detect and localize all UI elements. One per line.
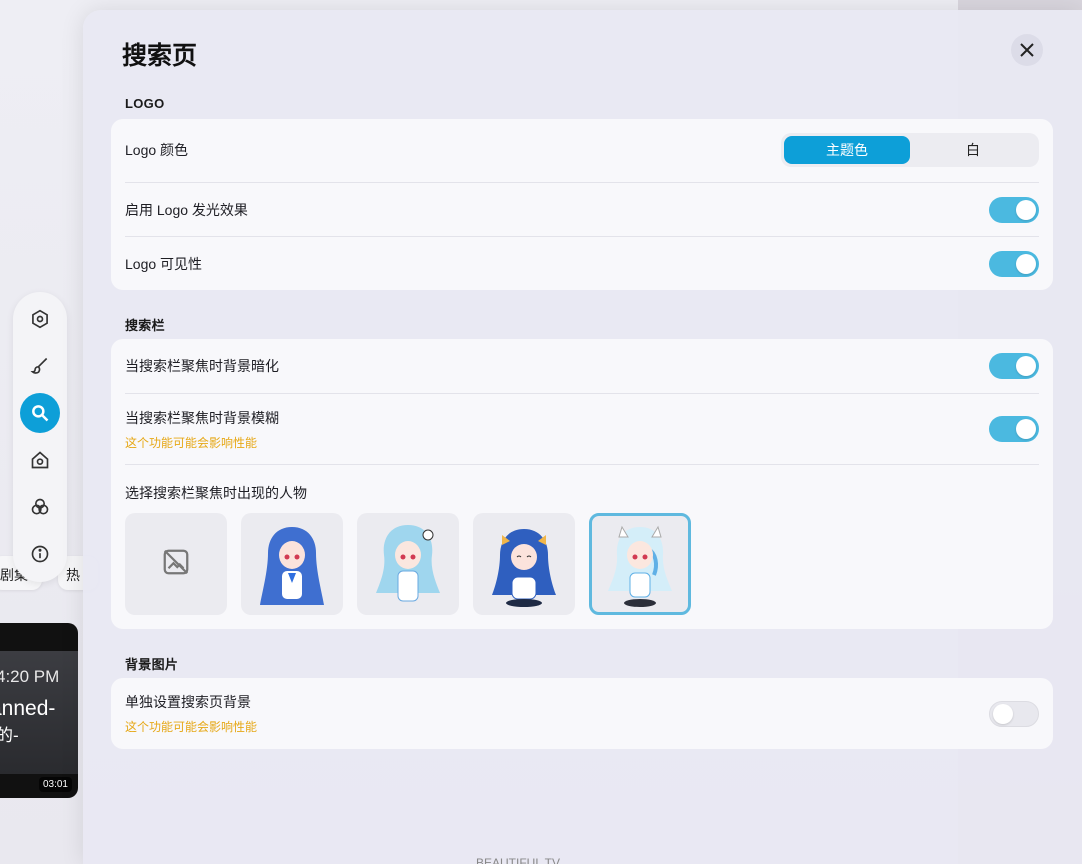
- search-page-settings-dialog: 搜索页 LOGO Logo 颜色 主题色 白 启用 Logo 发光效果 Logo…: [83, 10, 1082, 864]
- no-image-icon: [161, 547, 191, 582]
- dim-background-toggle[interactable]: [989, 353, 1039, 379]
- character-option-2[interactable]: [357, 513, 459, 615]
- side-nav: [13, 292, 67, 582]
- blur-background-row: 当搜索栏聚焦时背景模糊 这个功能可能会影响性能: [125, 393, 1039, 464]
- logo-color-theme-option[interactable]: 主题色: [784, 136, 910, 164]
- dim-background-label: 当搜索栏聚焦时背景暗化: [125, 358, 279, 374]
- logo-color-segmented: 主题色 白: [781, 133, 1039, 167]
- logo-color-white-option[interactable]: 白: [910, 136, 1036, 164]
- separate-background-toggle[interactable]: [989, 700, 1039, 727]
- video-time: 4:20 PM: [0, 667, 60, 686]
- close-icon: [1020, 43, 1034, 57]
- settings-icon: [32, 309, 48, 329]
- nav-search-button[interactable]: [20, 393, 60, 433]
- character-label: 选择搜索栏聚焦时出现的人物: [125, 485, 307, 501]
- logo-glow-toggle[interactable]: [989, 196, 1039, 223]
- anime-character-image: [376, 525, 440, 602]
- brush-icon: [30, 357, 48, 374]
- info-icon: [31, 545, 49, 563]
- anime-character-image: [492, 529, 556, 607]
- logo-color-row: Logo 颜色 主题色 白: [125, 133, 1039, 167]
- video-title-line: anned-: [0, 697, 56, 720]
- separate-background-label: 单独设置搜索页背景: [125, 694, 251, 710]
- anime-character-image: [608, 525, 672, 607]
- separate-background-warning: 这个功能可能会影响性能: [125, 720, 258, 734]
- toggle-knob: [993, 703, 1013, 724]
- anime-character-image: [260, 527, 324, 605]
- video-duration: 03:01: [38, 777, 72, 792]
- blur-background-label: 当搜索栏聚焦时背景模糊: [125, 409, 279, 426]
- home-icon: [31, 451, 49, 469]
- chip-label: 热: [66, 567, 80, 583]
- section-label-background: 背景图片: [125, 657, 179, 672]
- logo-color-label: Logo 颜色: [125, 142, 189, 158]
- dialog-title: 搜索页: [122, 42, 198, 70]
- nav-appearance-button[interactable]: [20, 346, 60, 386]
- logo-visible-toggle[interactable]: [989, 250, 1039, 277]
- toggle-knob: [1016, 419, 1036, 439]
- separate-background-row: 单独设置搜索页背景 这个功能可能会影响性能: [125, 678, 1039, 749]
- palette-icon: [31, 498, 49, 515]
- logo-glow-row: 启用 Logo 发光效果: [125, 182, 1039, 236]
- character-option-3[interactable]: [473, 513, 575, 615]
- nav-settings-button[interactable]: [20, 299, 60, 339]
- section-label-searchbar: 搜索栏: [125, 318, 165, 333]
- searchbar-settings-card: 当搜索栏聚焦时背景暗化 当搜索栏聚焦时背景模糊 这个功能可能会影响性能 选择搜索…: [111, 339, 1053, 629]
- video-title-line: .: [0, 741, 1, 761]
- logo-glow-label: 启用 Logo 发光效果: [125, 201, 248, 218]
- video-card[interactable]: 4:20 PM anned- 的- . 03:01: [0, 623, 78, 798]
- section-label-logo: LOGO: [125, 96, 165, 111]
- background-footer-text: BEAUTIFUL TV: [476, 856, 561, 864]
- background-settings-card: 单独设置搜索页背景 这个功能可能会影响性能: [111, 678, 1053, 749]
- video-title-line: 的-: [0, 726, 19, 745]
- search-icon: [32, 405, 49, 422]
- blur-background-toggle[interactable]: [989, 416, 1039, 442]
- logo-visible-row: Logo 可见性: [125, 236, 1039, 290]
- character-picker: [125, 513, 691, 615]
- nav-home-button[interactable]: [20, 440, 60, 480]
- nav-about-button[interactable]: [20, 534, 60, 574]
- toggle-knob: [1016, 199, 1036, 220]
- blur-background-warning: 这个功能可能会影响性能: [125, 435, 258, 450]
- nav-theme-button[interactable]: [20, 487, 60, 527]
- character-option-1[interactable]: [241, 513, 343, 615]
- logo-settings-card: Logo 颜色 主题色 白 启用 Logo 发光效果 Logo 可见性: [111, 119, 1053, 290]
- character-option-4[interactable]: [589, 513, 691, 615]
- separate-background-text: 单独设置搜索页背景 这个功能可能会影响性能: [125, 692, 257, 735]
- toggle-knob: [1016, 356, 1036, 376]
- logo-visible-label: Logo 可见性: [125, 255, 203, 272]
- character-row: 选择搜索栏聚焦时出现的人物: [125, 464, 1039, 514]
- close-button[interactable]: [1011, 34, 1043, 66]
- dim-background-row: 当搜索栏聚焦时背景暗化: [125, 339, 1039, 393]
- character-option-none[interactable]: [125, 513, 227, 615]
- toggle-knob: [1016, 253, 1036, 274]
- blur-background-text: 当搜索栏聚焦时背景模糊 这个功能可能会影响性能: [125, 408, 279, 451]
